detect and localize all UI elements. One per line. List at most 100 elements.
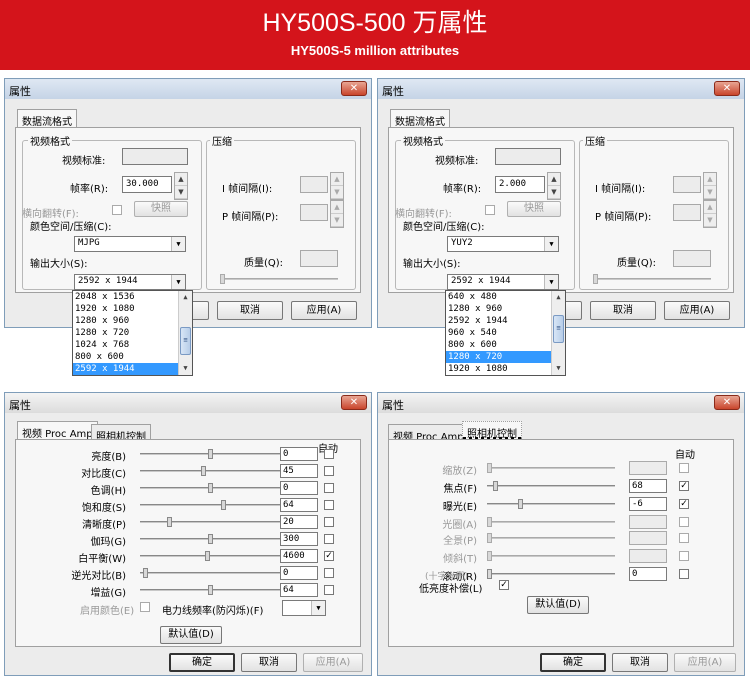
- setting-slider[interactable]: [140, 585, 280, 595]
- value-field[interactable]: -6: [629, 497, 667, 511]
- value-field[interactable]: 68: [629, 479, 667, 493]
- slider-thumb[interactable]: [208, 483, 213, 493]
- cancel-button[interactable]: 取消: [217, 301, 283, 320]
- dropdown-scrollbar[interactable]: ▲ ≡ ▼: [178, 291, 192, 375]
- slider-thumb[interactable]: [493, 481, 498, 491]
- output-size-dropdown-list[interactable]: 640 x 480 1280 x 960 2592 x 1944 960 x 540 8…: [445, 290, 566, 376]
- apply-button[interactable]: 应用(A): [291, 301, 357, 320]
- spin-up-icon[interactable]: ▲: [331, 173, 343, 186]
- quality-slider[interactable]: [220, 274, 338, 284]
- value-field[interactable]: [629, 549, 667, 563]
- spin-up-icon[interactable]: ▲: [704, 173, 716, 186]
- slider-thumb[interactable]: [487, 569, 492, 579]
- dropdown-option[interactable]: 960 x 540: [446, 327, 565, 339]
- dropdown-option[interactable]: 1280 x 720: [446, 351, 565, 363]
- setting-slider[interactable]: [140, 500, 280, 510]
- close-button[interactable]: ✕: [341, 395, 367, 410]
- slider-thumb[interactable]: [487, 533, 492, 543]
- chevron-down-icon[interactable]: ▼: [171, 275, 185, 289]
- tab-stream-format[interactable]: 数据流格式: [17, 109, 77, 128]
- p-frame-input[interactable]: [300, 204, 328, 221]
- apply-button[interactable]: 应用(A): [303, 653, 363, 672]
- close-button[interactable]: ✕: [714, 81, 740, 96]
- i-frame-spinner[interactable]: ▲ ▼: [330, 172, 344, 200]
- power-frequency-select[interactable]: ▼: [282, 600, 326, 616]
- setting-slider[interactable]: [487, 533, 615, 543]
- auto-checkbox[interactable]: [679, 463, 689, 473]
- scroll-thumb[interactable]: ≡: [553, 315, 564, 343]
- setting-slider[interactable]: [140, 517, 280, 527]
- close-button[interactable]: ✕: [341, 81, 367, 96]
- setting-slider[interactable]: [487, 463, 615, 473]
- cancel-button[interactable]: 取消: [241, 653, 297, 672]
- auto-checkbox[interactable]: [324, 568, 334, 578]
- dropdown-option[interactable]: 800 x 600: [73, 351, 192, 363]
- setting-slider[interactable]: [140, 466, 280, 476]
- auto-checkbox[interactable]: [324, 483, 334, 493]
- auto-checkbox[interactable]: [324, 517, 334, 527]
- spin-down-icon[interactable]: ▼: [331, 214, 343, 227]
- tab-camera-control[interactable]: 照相机控制: [91, 424, 151, 443]
- quality-input[interactable]: [673, 250, 711, 267]
- spin-up-icon[interactable]: ▲: [704, 201, 716, 214]
- auto-checkbox[interactable]: [324, 534, 334, 544]
- cancel-button[interactable]: 取消: [612, 653, 668, 672]
- slider-thumb[interactable]: [143, 568, 148, 578]
- dropdown-option[interactable]: 2048 x 1536: [73, 291, 192, 303]
- title-bar[interactable]: 属性 ✕: [5, 393, 371, 413]
- slider-thumb[interactable]: [208, 534, 213, 544]
- tab-stream-format[interactable]: 数据流格式: [390, 109, 450, 128]
- spin-down-icon[interactable]: ▼: [175, 186, 187, 199]
- value-field[interactable]: 0: [280, 481, 318, 495]
- setting-slider[interactable]: [140, 449, 280, 459]
- low-light-checkbox[interactable]: ✓: [499, 580, 509, 590]
- snapshot-button[interactable]: 快照: [507, 201, 561, 217]
- enable-color-checkbox[interactable]: [140, 602, 150, 612]
- auto-checkbox[interactable]: [324, 585, 334, 595]
- setting-slider[interactable]: [140, 534, 280, 544]
- color-space-select[interactable]: YUY2 ▼: [447, 236, 559, 252]
- spin-down-icon[interactable]: ▼: [704, 214, 716, 227]
- p-frame-spinner[interactable]: ▲ ▼: [703, 200, 717, 228]
- value-field[interactable]: 0: [629, 567, 667, 581]
- frame-rate-spinner[interactable]: ▲ ▼: [174, 172, 188, 200]
- p-frame-spinner[interactable]: ▲ ▼: [330, 200, 344, 228]
- auto-checkbox[interactable]: [679, 533, 689, 543]
- chevron-down-icon[interactable]: ▼: [544, 275, 558, 289]
- spin-down-icon[interactable]: ▼: [704, 186, 716, 199]
- frame-rate-input[interactable]: 2.000: [495, 176, 545, 193]
- tab-video-proc-amp[interactable]: 视频 Proc Amp: [17, 421, 98, 440]
- chevron-down-icon[interactable]: ▼: [544, 237, 558, 251]
- dropdown-option[interactable]: 800 x 600: [446, 339, 565, 351]
- output-size-dropdown-list[interactable]: 2048 x 1536 1920 x 1080 1280 x 960 1280 x 7…: [72, 290, 193, 376]
- snapshot-button[interactable]: 快照: [134, 201, 188, 217]
- spin-up-icon[interactable]: ▲: [175, 173, 187, 186]
- close-button[interactable]: ✕: [714, 395, 740, 410]
- color-space-select[interactable]: MJPG ▼: [74, 236, 186, 252]
- auto-checkbox[interactable]: [679, 551, 689, 561]
- ok-button[interactable]: 确定: [540, 653, 606, 672]
- setting-slider[interactable]: [487, 499, 615, 509]
- tab-video-proc-amp[interactable]: 视频 Proc Amp: [388, 424, 469, 443]
- auto-checkbox[interactable]: ✓: [679, 499, 689, 509]
- value-field[interactable]: 45: [280, 464, 318, 478]
- value-field[interactable]: 64: [280, 583, 318, 597]
- auto-checkbox[interactable]: [679, 569, 689, 579]
- slider-thumb[interactable]: [205, 551, 210, 561]
- dropdown-scrollbar[interactable]: ▲ ≡ ▼: [551, 291, 565, 375]
- auto-checkbox[interactable]: ✓: [324, 551, 334, 561]
- value-field[interactable]: 4600: [280, 549, 318, 563]
- output-size-select[interactable]: 2592 x 1944 ▼: [447, 274, 559, 290]
- spin-up-icon[interactable]: ▲: [548, 173, 560, 186]
- title-bar[interactable]: 属性 ✕: [5, 79, 371, 99]
- flip-checkbox[interactable]: [112, 205, 122, 215]
- scroll-up-icon[interactable]: ▲: [179, 291, 192, 304]
- auto-checkbox[interactable]: [324, 449, 334, 459]
- slider-thumb[interactable]: [208, 449, 213, 459]
- auto-checkbox[interactable]: [324, 466, 334, 476]
- slider-thumb[interactable]: [220, 274, 225, 284]
- apply-button[interactable]: 应用(A): [664, 301, 730, 320]
- value-field[interactable]: [629, 461, 667, 475]
- chevron-down-icon[interactable]: ▼: [311, 601, 325, 615]
- setting-slider[interactable]: [487, 517, 615, 527]
